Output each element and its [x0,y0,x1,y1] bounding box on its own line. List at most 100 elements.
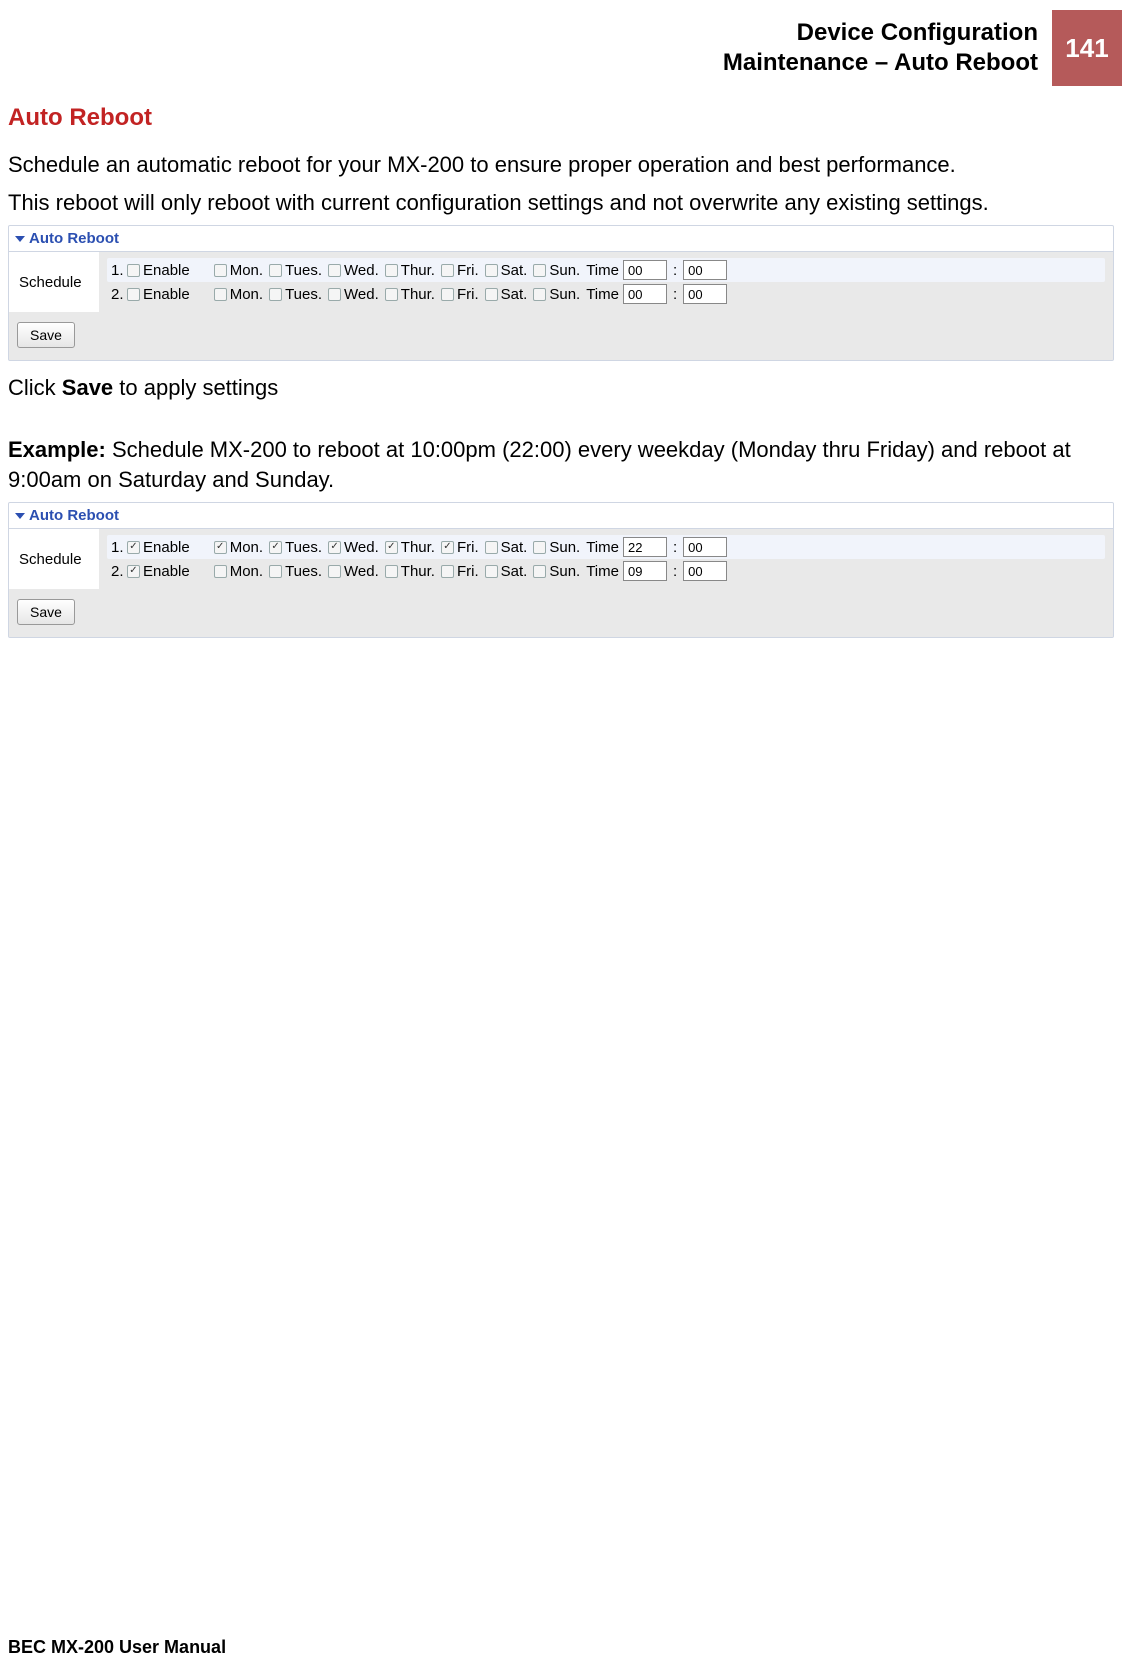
day-sun: Sun. [533,539,580,556]
save-button[interactable]: Save [17,322,75,348]
day-tue: Tues. [269,262,322,279]
time-group: Time: [586,260,727,280]
minute-input[interactable] [683,561,727,581]
mon-checkbox[interactable] [214,264,227,277]
mon-checkbox[interactable] [214,541,227,554]
mon-label: Mon. [230,563,263,580]
day-thu: Thur. [385,539,435,556]
sat-label: Sat. [501,262,528,279]
minute-input[interactable] [683,260,727,280]
thu-checkbox[interactable] [385,565,398,578]
hour-input[interactable] [623,260,667,280]
fri-checkbox[interactable] [441,288,454,301]
time-colon: : [671,539,679,556]
day-mon: Mon. [214,539,263,556]
tue-checkbox[interactable] [269,288,282,301]
sat-checkbox[interactable] [485,565,498,578]
hour-input[interactable] [623,561,667,581]
day-tue: Tues. [269,286,322,303]
minute-input[interactable] [683,284,727,304]
day-wed: Wed. [328,262,379,279]
fri-checkbox[interactable] [441,264,454,277]
day-sun: Sun. [533,286,580,303]
tue-label: Tues. [285,286,322,303]
schedule-label: Schedule [9,252,99,312]
minute-input[interactable] [683,537,727,557]
sat-checkbox[interactable] [485,541,498,554]
day-fri: Fri. [441,539,479,556]
fri-label: Fri. [457,563,479,580]
schedule-row: 2. EnableMon.Tues.Wed.Thur.Fri.Sat.Sun.T… [107,282,1105,306]
hour-input[interactable] [623,284,667,304]
thu-label: Thur. [401,286,435,303]
enable-checkbox[interactable] [127,541,140,554]
row-index: 2. [111,286,127,303]
enable-checkbox[interactable] [127,565,140,578]
schedule-row: 2. EnableMon.Tues.Wed.Thur.Fri.Sat.Sun.T… [107,559,1105,583]
page-header: Device Configuration Maintenance – Auto … [0,0,1122,86]
enable-label: Enable [143,563,190,580]
hour-input[interactable] [623,537,667,557]
fri-checkbox[interactable] [441,541,454,554]
day-sat: Sat. [485,539,528,556]
example-body: Schedule MX-200 to reboot at 10:00pm (22… [8,437,1071,492]
click-save-text: Click Save to apply settings [8,373,1114,403]
fri-label: Fri. [457,286,479,303]
time-group: Time: [586,537,727,557]
time-group: Time: [586,561,727,581]
time-colon: : [671,286,679,303]
time-colon: : [671,563,679,580]
day-sun: Sun. [533,262,580,279]
tue-label: Tues. [285,262,322,279]
tue-checkbox[interactable] [269,565,282,578]
thu-label: Thur. [401,563,435,580]
auto-reboot-panel-1: Auto Reboot Schedule 1. EnableMon.Tues.W… [8,225,1114,361]
day-sat: Sat. [485,262,528,279]
mon-checkbox[interactable] [214,288,227,301]
panel-header[interactable]: Auto Reboot [9,503,1113,529]
day-fri: Fri. [441,262,479,279]
caret-down-icon [15,513,25,519]
sun-checkbox[interactable] [533,541,546,554]
thu-checkbox[interactable] [385,288,398,301]
wed-label: Wed. [344,286,379,303]
time-label: Time [586,286,619,303]
section-title: Auto Reboot [8,104,1114,132]
enable-label: Enable [143,539,190,556]
day-tue: Tues. [269,539,322,556]
tue-label: Tues. [285,563,322,580]
thu-checkbox[interactable] [385,541,398,554]
fri-label: Fri. [457,262,479,279]
mon-checkbox[interactable] [214,565,227,578]
row-index: 1. [111,262,127,279]
day-sun: Sun. [533,563,580,580]
sun-checkbox[interactable] [533,264,546,277]
fri-checkbox[interactable] [441,565,454,578]
schedule-row: 1. EnableMon.Tues.Wed.Thur.Fri.Sat.Sun.T… [107,535,1105,559]
row-index: 1. [111,539,127,556]
day-thu: Thur. [385,563,435,580]
sat-checkbox[interactable] [485,264,498,277]
sun-checkbox[interactable] [533,565,546,578]
wed-checkbox[interactable] [328,288,341,301]
save-button[interactable]: Save [17,599,75,625]
fri-label: Fri. [457,539,479,556]
sat-checkbox[interactable] [485,288,498,301]
day-thu: Thur. [385,286,435,303]
time-label: Time [586,262,619,279]
panel-title: Auto Reboot [29,507,119,524]
wed-checkbox[interactable] [328,541,341,554]
enable-checkbox[interactable] [127,288,140,301]
sun-checkbox[interactable] [533,288,546,301]
wed-checkbox[interactable] [328,565,341,578]
sun-label: Sun. [549,539,580,556]
wed-checkbox[interactable] [328,264,341,277]
wed-label: Wed. [344,563,379,580]
day-mon: Mon. [214,563,263,580]
enable-checkbox[interactable] [127,264,140,277]
day-wed: Wed. [328,563,379,580]
thu-checkbox[interactable] [385,264,398,277]
panel-header[interactable]: Auto Reboot [9,226,1113,252]
tue-checkbox[interactable] [269,264,282,277]
tue-checkbox[interactable] [269,541,282,554]
